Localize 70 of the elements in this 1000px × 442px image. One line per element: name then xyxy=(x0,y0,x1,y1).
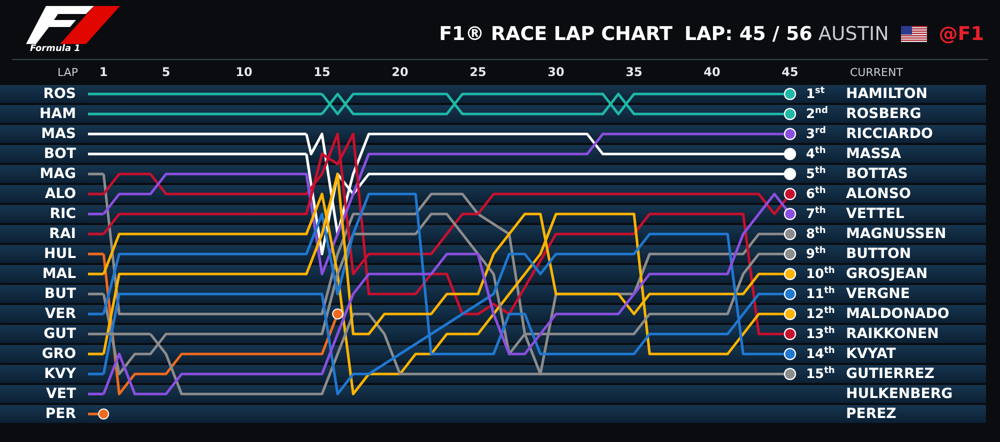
social-handle: @F1 xyxy=(938,22,984,44)
driver-name: MALDONADO xyxy=(846,306,950,322)
position-label: 3$^{rd}$ xyxy=(805,126,827,142)
lap-heading: LAP xyxy=(56,66,79,78)
position-label: 4$^{th}$ xyxy=(805,146,827,162)
lap-tick-label: 30 xyxy=(548,65,564,79)
driver-name: GROSJEAN xyxy=(846,266,929,282)
driver-name: BOTTAS xyxy=(846,166,909,182)
driver-name: VETTEL xyxy=(846,206,906,222)
venue-name: AUSTIN xyxy=(818,22,889,44)
driver-code: BOT xyxy=(42,146,77,162)
driver-name: RICCIARDO xyxy=(846,126,934,142)
lap-tick-label: 20 xyxy=(392,65,408,79)
position-label: 13$^{th}$ xyxy=(805,326,836,342)
driver-name: VERGNE xyxy=(846,286,911,302)
driver-code: BUT xyxy=(43,286,77,302)
driver-name: PEREZ xyxy=(846,406,898,422)
lap-tick-label: 25 xyxy=(470,65,486,79)
position-label: 9$^{th}$ xyxy=(805,246,827,262)
driver-name: ROSBERG xyxy=(846,106,922,122)
chart-title: F1® RACE LAP CHART xyxy=(439,22,672,44)
driver-code: GUT xyxy=(42,326,77,342)
position-label: 15$^{th}$ xyxy=(805,366,836,382)
lap-tick-label: 40 xyxy=(704,65,720,79)
lap-tick-label: 10 xyxy=(236,65,252,79)
position-label: 11$^{th}$ xyxy=(805,286,836,302)
driver-code: MAS xyxy=(40,126,77,142)
driver-code: RAI xyxy=(48,226,77,242)
lap-tick-label: 1 xyxy=(99,65,108,79)
driver-code: VET xyxy=(45,386,77,402)
driver-name: RAIKKONEN xyxy=(846,326,940,342)
lap-tick-label: 35 xyxy=(626,65,642,79)
retired-dot xyxy=(332,308,344,320)
position-label: 12$^{th}$ xyxy=(805,306,836,322)
position-label: 10$^{th}$ xyxy=(805,266,836,282)
driver-code: HUL xyxy=(42,246,77,262)
driver-name: MASSA xyxy=(846,146,902,162)
position-label: 5$^{th}$ xyxy=(805,166,827,182)
driver-code: PER xyxy=(44,406,77,422)
driver-code: MAG xyxy=(38,166,77,182)
lap-tick-label: 15 xyxy=(314,65,330,79)
position-label: 1$^{st}$ xyxy=(805,86,826,102)
position-label: 8$^{th}$ xyxy=(805,226,827,242)
retired-dot xyxy=(98,408,110,420)
driver-code: ALO xyxy=(44,186,77,202)
lap-counter: LAP: 45 / 56 xyxy=(684,22,812,44)
lap-tick-label: 5 xyxy=(162,65,170,79)
driver-name: MAGNUSSEN xyxy=(846,226,948,242)
position-label: 14$^{th}$ xyxy=(805,346,836,362)
driver-code: MAL xyxy=(41,266,77,282)
driver-name: GUTIERREZ xyxy=(846,366,936,382)
driver-code: HAM xyxy=(38,106,77,122)
driver-name: BUTTON xyxy=(846,246,912,262)
logo-caption: Formula 1 xyxy=(30,44,80,54)
driver-code: KVY xyxy=(43,366,77,382)
logo-icon xyxy=(24,6,120,44)
current-heading: CURRENT xyxy=(849,66,904,78)
lap-tick-label: 45 xyxy=(782,65,798,79)
driver-code: VER xyxy=(44,306,77,322)
position-label: 7$^{th}$ xyxy=(805,206,827,222)
driver-name: ALONSO xyxy=(846,186,912,202)
driver-code: ROS xyxy=(42,86,77,102)
flag-icon xyxy=(900,26,927,42)
driver-name: KVYAT xyxy=(846,346,897,362)
driver-name: HAMILTON xyxy=(846,86,928,102)
driver-code: GRO xyxy=(40,346,77,362)
position-label: 2$^{nd}$ xyxy=(805,106,829,122)
position-label: 6$^{th}$ xyxy=(805,186,827,202)
driver-code: RIC xyxy=(48,206,77,222)
driver-name: HULKENBERG xyxy=(846,386,954,402)
